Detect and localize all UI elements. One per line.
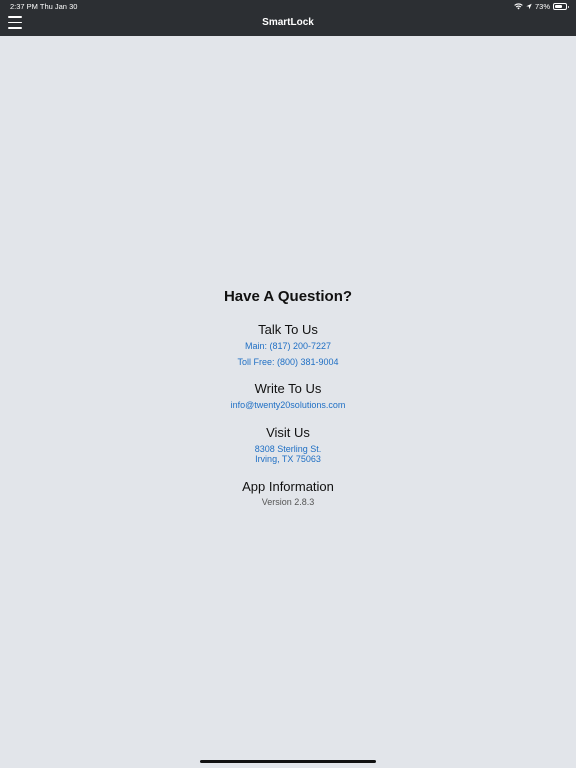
wifi-icon: [514, 3, 523, 10]
battery-level: [555, 5, 563, 8]
visit-us-title: Visit Us: [266, 425, 310, 440]
address-line2-link[interactable]: Irving, TX 75063: [0, 454, 576, 465]
talk-to-us-title: Talk To Us: [258, 322, 318, 337]
write-to-us-title: Write To Us: [254, 381, 322, 396]
email-link[interactable]: info@twenty20solutions.com: [0, 400, 576, 411]
status-time-date: 2:37 PM Thu Jan 30: [10, 2, 78, 11]
main-phone-link[interactable]: Main: (817) 200-7227: [0, 341, 576, 352]
status-indicators: 73%: [514, 2, 569, 11]
battery-icon: [553, 3, 569, 10]
home-indicator[interactable]: [200, 760, 376, 763]
location-arrow-icon: [526, 3, 532, 10]
page-heading: Have A Question?: [223, 288, 353, 305]
top-bar: 2:37 PM Thu Jan 30 73% SmartLock: [0, 0, 576, 36]
app-info-title: App Information: [242, 479, 334, 494]
app-title: SmartLock: [262, 17, 314, 28]
app-version: Version 2.8.3: [261, 497, 315, 507]
battery-percent: 73%: [534, 2, 550, 11]
toll-free-phone-link[interactable]: Toll Free: (800) 381-9004: [0, 357, 576, 368]
